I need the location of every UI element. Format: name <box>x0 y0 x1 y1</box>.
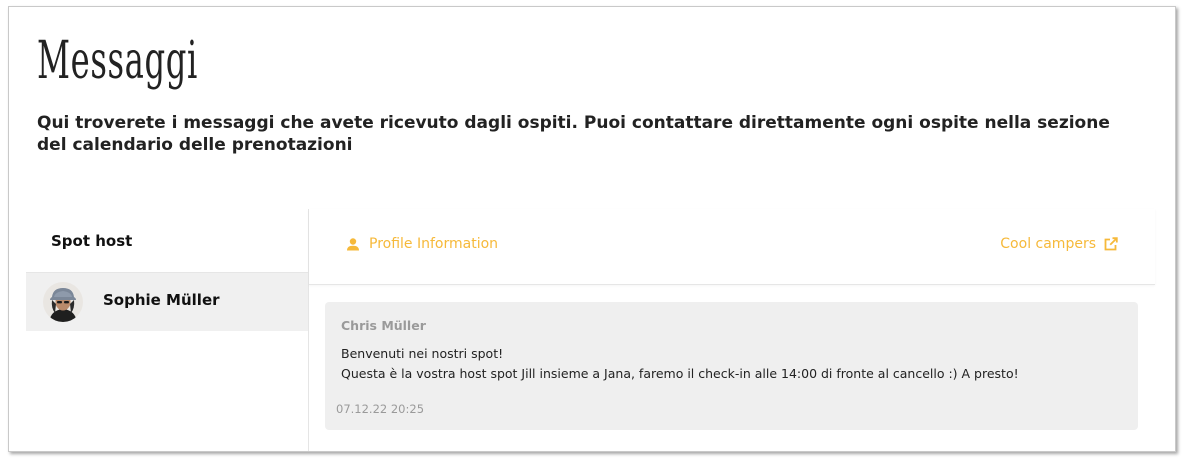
person-icon <box>347 238 359 251</box>
contact-item[interactable]: Sophie Müller <box>26 273 308 331</box>
avatar <box>43 282 83 322</box>
message-timestamp: 07.12.22 20:25 <box>336 402 425 416</box>
external-link-icon <box>1104 237 1118 251</box>
messenger: Spot host Sophie Müller Profile Informat… <box>26 209 1156 451</box>
profile-information-link[interactable]: Profile Information <box>345 236 498 252</box>
page-title: Messaggi <box>37 31 198 91</box>
message-bubble: Chris Müller Benvenuti nei nostri spot! … <box>325 302 1138 430</box>
conversation-sidebar: Spot host Sophie Müller <box>26 209 309 451</box>
cool-campers-link[interactable]: Cool campers <box>1000 236 1119 252</box>
profile-information-label: Profile Information <box>369 236 499 252</box>
contact-name: Sophie Müller <box>103 291 220 309</box>
message-line: Benvenuti nei nostri spot! <box>341 346 504 361</box>
chat-panel: Profile Information Cool campers Chris M… <box>309 209 1155 451</box>
cool-campers-label: Cool campers <box>1000 236 1096 252</box>
chat-header: Profile Information Cool campers <box>309 209 1155 285</box>
message-sender: Chris Müller <box>341 318 426 333</box>
sidebar-header: Spot host <box>26 209 308 273</box>
messages-panel: Messaggi Qui troverete i messaggi che av… <box>8 6 1176 452</box>
message-line: Questa è la vostra host spot Jill insiem… <box>341 366 1019 381</box>
message-body: Benvenuti nei nostri spot! Questa è la v… <box>341 344 1122 384</box>
page-subtitle: Qui troverete i messaggi che avete ricev… <box>37 113 1110 155</box>
